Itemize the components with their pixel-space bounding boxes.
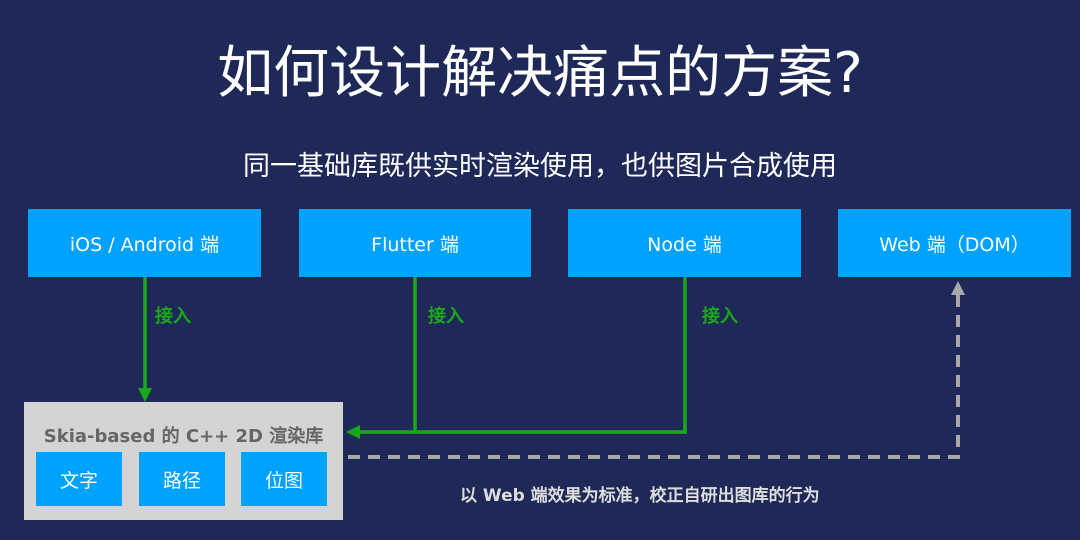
render-library-box: Skia-based 的 C++ 2D 渲染库 文字 路径 位图 bbox=[24, 402, 343, 520]
module-bitmap: 位图 bbox=[241, 452, 327, 506]
connection-label-ios-android: 接入 bbox=[155, 306, 191, 327]
arrow-head-up bbox=[951, 281, 965, 295]
connection-label-flutter: 接入 bbox=[428, 306, 464, 327]
arrow-head-left bbox=[346, 425, 360, 439]
render-library-title: Skia-based 的 C++ 2D 渲染库 bbox=[43, 426, 324, 447]
feedback-caption: 以 Web 端效果为标准，校正自研出图库的行为 bbox=[460, 486, 820, 506]
module-path: 路径 bbox=[139, 452, 225, 506]
connection-label-node: 接入 bbox=[702, 306, 738, 327]
arrow-head-down bbox=[138, 388, 152, 402]
module-text: 文字 bbox=[36, 452, 122, 506]
connector-node bbox=[358, 277, 687, 434]
